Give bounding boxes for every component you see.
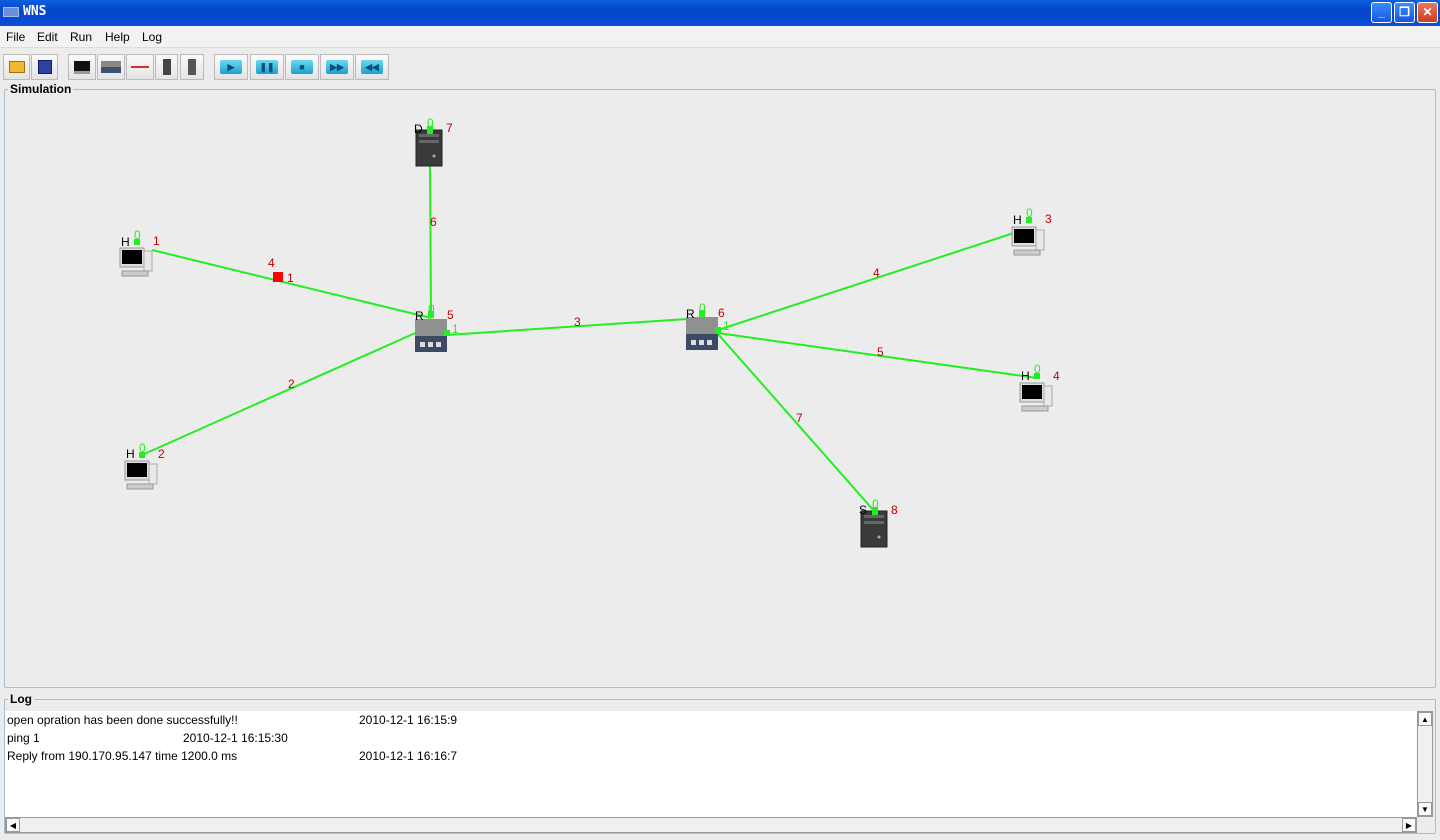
svg-text:0: 0 — [1034, 362, 1041, 376]
svg-text:4: 4 — [1053, 369, 1060, 383]
network-canvas[interactable]: 4 1 2 6 3 4 5 7 H01 H02 D07 R 015 R 016 H0… — [0, 0, 1440, 690]
log-message: Reply from 190.170.95.147 time 1200.0 ms — [7, 749, 238, 763]
svg-text:1: 1 — [723, 319, 730, 333]
svg-text:2: 2 — [158, 447, 165, 461]
link-d7-r5[interactable] — [429, 164, 432, 315]
node-router-5[interactable]: R 0 15 — [415, 302, 459, 352]
node-server-8[interactable]: S08 — [859, 497, 898, 548]
log-title: Log — [10, 692, 32, 706]
svg-text:H: H — [1021, 369, 1030, 383]
packet-port-label: 1 — [287, 271, 294, 285]
scroll-down-icon[interactable]: ▼ — [1418, 802, 1432, 816]
log-time: 2010-12-1 16:16:7 — [359, 749, 458, 763]
log-time: 2010-12-1 16:15:9 — [359, 713, 458, 727]
node-host-3[interactable]: H03 — [1011, 206, 1052, 256]
svg-text:S: S — [859, 503, 867, 517]
svg-text:H: H — [1013, 213, 1022, 227]
svg-text:6: 6 — [718, 306, 725, 320]
log-message: ping 1 — [7, 731, 40, 745]
node-host-2[interactable]: H02 — [124, 441, 165, 490]
node-dns-7[interactable]: D07 — [414, 116, 453, 167]
svg-text:0: 0 — [872, 497, 879, 511]
svg-text:1: 1 — [153, 234, 160, 248]
link-label: 2 — [288, 377, 295, 391]
log-list[interactable]: open opration has been done successfully… — [5, 711, 1417, 817]
packet-marker — [273, 272, 283, 282]
svg-text:1: 1 — [452, 322, 459, 336]
link-label: 4 — [873, 266, 880, 280]
scroll-left-icon[interactable]: ◀ — [6, 818, 20, 832]
svg-text:0: 0 — [427, 116, 434, 130]
link-label: 5 — [877, 345, 884, 359]
log-vertical-scrollbar[interactable]: ▲ ▼ — [1417, 711, 1433, 817]
svg-text:0: 0 — [428, 302, 435, 316]
log-time: 2010-12-1 16:15:30 — [183, 731, 288, 745]
log-horizontal-scrollbar[interactable]: ◀ ▶ — [5, 817, 1417, 833]
svg-text:5: 5 — [447, 308, 454, 322]
svg-text:0: 0 — [134, 228, 141, 242]
link-label: 6 — [430, 215, 437, 229]
log-message: open opration has been done successfully… — [7, 713, 238, 727]
scroll-right-icon[interactable]: ▶ — [1402, 818, 1416, 832]
svg-text:7: 7 — [446, 121, 453, 135]
svg-text:0: 0 — [139, 441, 146, 455]
svg-text:D: D — [414, 122, 423, 136]
svg-text:8: 8 — [891, 503, 898, 517]
svg-text:H: H — [121, 235, 130, 249]
link-label: 3 — [574, 315, 581, 329]
link-label: 7 — [796, 411, 803, 425]
svg-text:R: R — [415, 309, 424, 323]
link-h2-r5[interactable] — [141, 325, 432, 456]
svg-text:H: H — [126, 447, 135, 461]
node-host-4[interactable]: H04 — [1019, 362, 1060, 412]
node-router-6[interactable]: R 0 16 — [686, 301, 730, 350]
packet-label: 4 — [268, 256, 275, 270]
svg-text:0: 0 — [699, 301, 706, 315]
node-host-1[interactable]: H01 — [119, 228, 160, 277]
svg-text:0: 0 — [1026, 206, 1033, 220]
scroll-up-icon[interactable]: ▲ — [1418, 712, 1432, 726]
svg-text:3: 3 — [1045, 212, 1052, 226]
svg-text:R: R — [686, 307, 695, 321]
